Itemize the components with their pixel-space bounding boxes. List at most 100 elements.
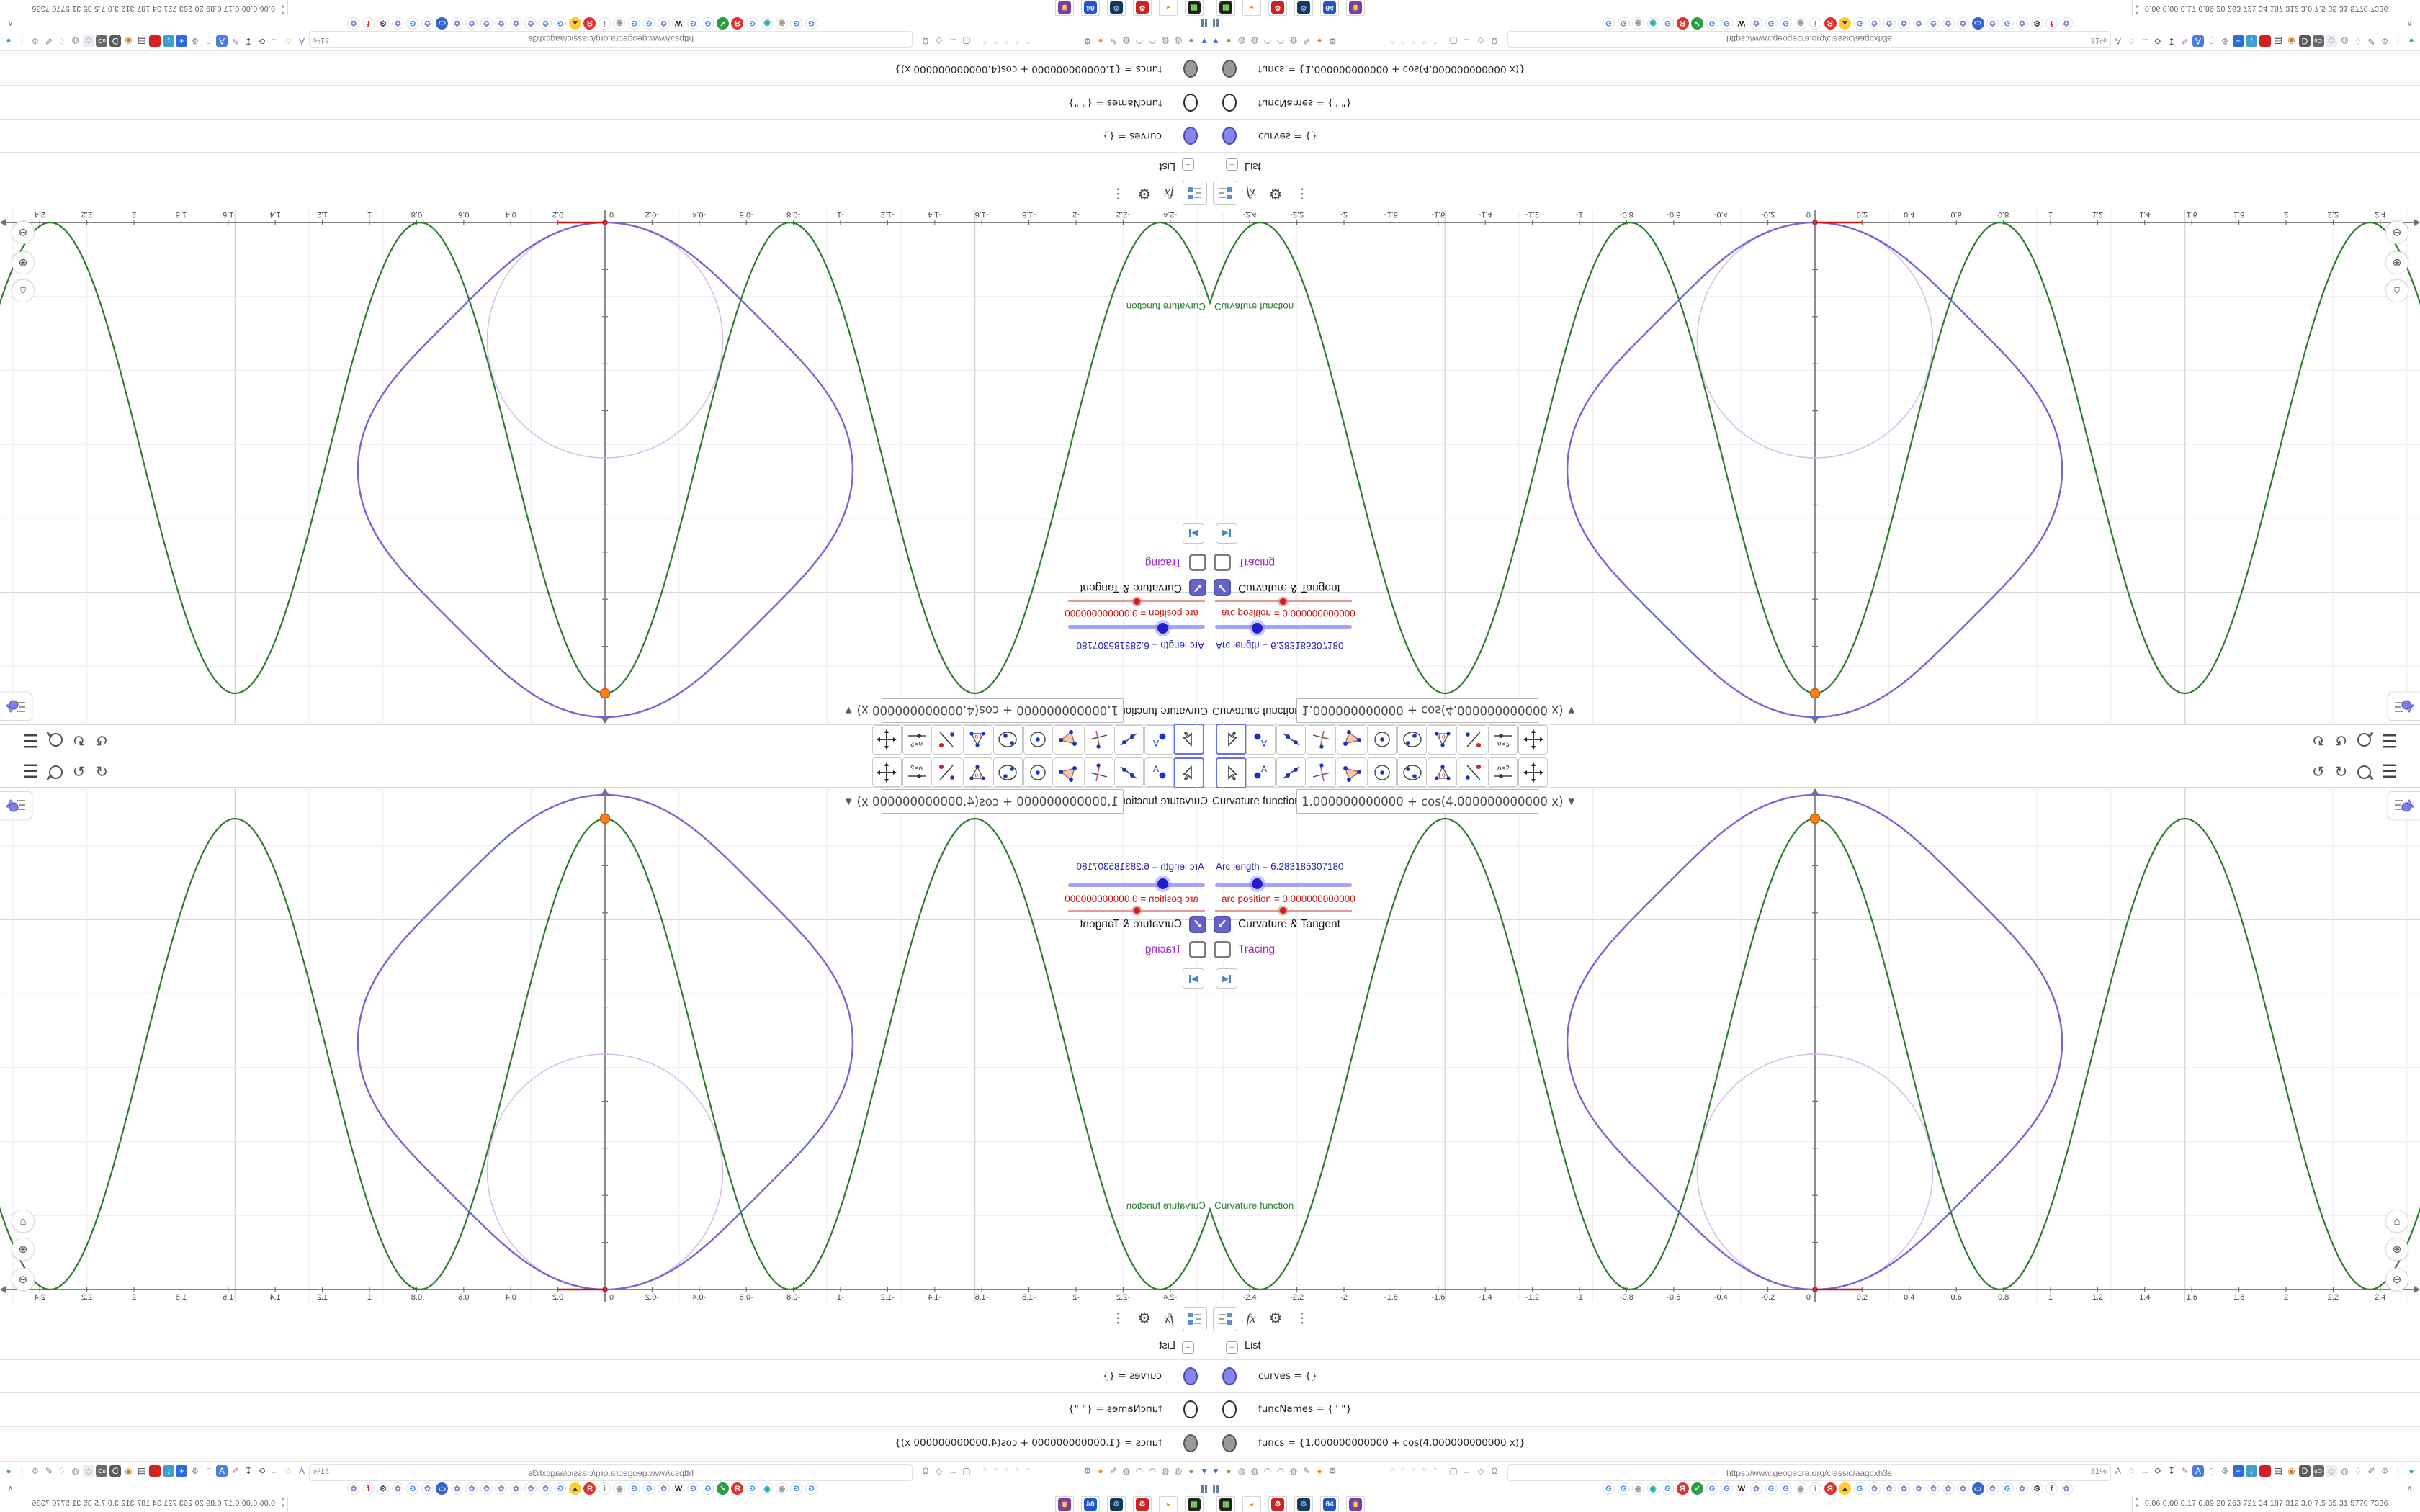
settings-app-icon-button[interactable]: ⚙	[1268, 1496, 1287, 1512]
tab-google[interactable]: G	[805, 17, 817, 30]
search-icon[interactable]	[48, 733, 63, 747]
globe-icon[interactable]: ◍	[1121, 1465, 1132, 1477]
dot-small-icon[interactable]: ○	[1410, 39, 1417, 47]
tool-perpendicular-line[interactable]	[1084, 725, 1113, 755]
folder-icon[interactable]: ▢	[961, 1465, 972, 1477]
add-circle-icon[interactable]: +	[176, 1465, 188, 1477]
tool-move-graphics[interactable]	[1518, 725, 1548, 755]
tool-reflect[interactable]	[1458, 725, 1487, 755]
tool-perpendicular-line[interactable]	[1307, 757, 1336, 787]
tab-wikipedia[interactable]: W	[672, 17, 685, 30]
globe-color-icon[interactable]: ◉	[123, 1465, 135, 1477]
save64-app-icon-button[interactable]: 64	[1320, 0, 1339, 16]
address-bar[interactable]: https://www.geogebra.org/classic/aagcxh3…	[1507, 31, 2111, 48]
zoom-in-button[interactable]: ⊕	[2385, 1238, 2408, 1261]
redo-icon[interactable]: ↻	[73, 763, 86, 781]
menu-dots-icon[interactable]: ⋮	[17, 35, 28, 47]
tab-google[interactable]: G	[406, 17, 419, 30]
tool-move-graphics[interactable]	[872, 725, 902, 755]
more-options-icon[interactable]: ⋮	[1106, 1307, 1129, 1330]
algebra-expression[interactable]: funcs = {1.000000000000 + cos(4.00000000…	[895, 1437, 1162, 1449]
arc-position-slider-handle[interactable]	[1134, 907, 1140, 914]
mouse-gesture-icon[interactable]: ▯	[2206, 35, 2218, 47]
menu-icon[interactable]: ☰	[2381, 763, 2397, 781]
tab-google[interactable]: G	[746, 1482, 758, 1495]
graphics-view[interactable]: -2.4 -2.2 -2 -1.8 -1.6 -1.4 -1.2 -1 -0.8 -0.6 -0.4…	[0, 787, 1210, 1302]
arc-icon[interactable]: ◠	[1275, 35, 1286, 47]
tab-blue-dot[interactable]: ▭	[436, 1482, 449, 1495]
menu-dots-icon[interactable]: ⋮	[2393, 35, 2404, 47]
more-options-icon[interactable]: ⋮	[1106, 182, 1129, 205]
curve-start-point[interactable]	[1812, 1287, 1818, 1292]
shield-icon[interactable]: ◇	[1475, 35, 1487, 47]
dot-small-icon[interactable]: ○	[1431, 39, 1439, 47]
tab-google[interactable]: G	[1765, 17, 1778, 30]
back-icon[interactable]: ←	[1461, 35, 1473, 47]
url-text[interactable]: https://www.geogebra.org/classic/aagcxh3…	[1726, 1468, 1892, 1478]
chevron-down-icon[interactable]: ▼	[843, 796, 854, 808]
download-shield-icon[interactable]: ↓	[2246, 1465, 2257, 1477]
zoom-in-button[interactable]: ⊕	[2385, 251, 2408, 274]
tab-yandex[interactable]: Я	[731, 1482, 744, 1495]
globe-icon[interactable]: ◍	[1288, 35, 1299, 47]
tool-circle-center-point[interactable]	[1367, 757, 1397, 787]
shield-pale-icon[interactable]: ◇	[83, 35, 94, 47]
tool-point[interactable]: A	[1144, 757, 1174, 787]
share-icon[interactable]: ♢	[2352, 1465, 2364, 1477]
tab-google[interactable]: G	[628, 17, 640, 30]
gear-icon[interactable]: ⚙	[189, 35, 201, 47]
tool-reflect[interactable]	[1458, 757, 1487, 787]
translate-ext-icon[interactable]: A	[2192, 35, 2204, 47]
adblock-red-icon[interactable]	[149, 1465, 161, 1477]
dot-small-icon[interactable]: ○	[1013, 39, 1021, 47]
arc-position-slider-handle[interactable]	[1280, 907, 1286, 914]
tab-swirl-teal[interactable]: ◉	[761, 1482, 774, 1495]
search-icon[interactable]	[48, 765, 63, 779]
tab-overflow-icon[interactable]: ∧	[7, 19, 14, 29]
status-dot-icon[interactable]: ●	[3, 1465, 14, 1477]
gear-icon[interactable]: ⚙	[1327, 1465, 1338, 1477]
dev-box-icon[interactable]: D	[109, 1465, 121, 1477]
visibility-marble[interactable]	[1222, 60, 1237, 78]
arc-position-slider-handle[interactable]	[1134, 598, 1140, 605]
gear-icon[interactable]: ⚙	[2219, 1465, 2231, 1477]
tab-google[interactable]: G	[687, 17, 699, 30]
zoom-level-badge[interactable]: 81%	[2091, 36, 2107, 45]
settings-gear-icon[interactable]: ⚙	[2379, 1465, 2390, 1477]
share-icon[interactable]: ♢	[56, 35, 68, 47]
tab-google[interactable]: G	[554, 17, 567, 30]
algebra-expression[interactable]: funcs = {1.000000000000 + cos(4.00000000…	[1258, 1437, 1525, 1449]
home-button[interactable]: ⌂	[12, 279, 35, 302]
algebra-row-funcnames[interactable]: funcNames = {" "}	[1210, 85, 2420, 119]
tab-wikipedia[interactable]: W	[1735, 17, 1748, 30]
trash-icon[interactable]: ▤	[2272, 35, 2284, 47]
settings-gear-icon[interactable]: ⚙	[2379, 35, 2390, 47]
algebra-group-list[interactable]: − List	[0, 1334, 1210, 1360]
undo-icon[interactable]: ↺	[2312, 732, 2325, 750]
tab-flower[interactable]: ✿	[1868, 17, 1881, 30]
visibility-marble[interactable]	[1222, 1400, 1237, 1418]
tab-flower[interactable]: ✿	[658, 17, 670, 30]
tab-google[interactable]: G	[1853, 1482, 1866, 1495]
tool-move[interactable]	[1173, 724, 1204, 755]
wrench-icon[interactable]: ✎	[1301, 1465, 1312, 1477]
lock-icon[interactable]: Ω	[920, 35, 931, 47]
tool-conic[interactable]	[1397, 725, 1427, 755]
zoom-level-badge[interactable]: 81%	[2091, 1467, 2107, 1476]
algebra-row-curves[interactable]: curves = {}	[1210, 119, 2420, 152]
tool-reflect[interactable]	[933, 725, 962, 755]
tracing-checkbox[interactable]	[1214, 941, 1231, 958]
address-bar[interactable]: https://www.geogebra.org/classic/aagcxh3…	[309, 1464, 913, 1481]
curvature-tangent-checkbox[interactable]: ✓	[1214, 579, 1231, 596]
undo-icon[interactable]: ↺	[95, 732, 108, 750]
shield-pale-icon[interactable]: ◇	[2326, 1465, 2337, 1477]
algebra-group-list[interactable]: − List	[1210, 1334, 2420, 1360]
avatar-app-icon-button[interactable]: ◉	[1055, 1496, 1074, 1512]
adblock-red-icon[interactable]	[2259, 35, 2271, 47]
back-icon[interactable]: ←	[947, 1465, 959, 1477]
tab-yandex-sq[interactable]: Я	[583, 1482, 596, 1495]
algebra-row-funcnames[interactable]: funcNames = {" "}	[0, 1393, 1210, 1427]
tab-google[interactable]: G	[1603, 17, 1615, 30]
dot-small-icon[interactable]: ○	[1388, 39, 1396, 47]
tool-point[interactable]: A	[1144, 725, 1174, 755]
